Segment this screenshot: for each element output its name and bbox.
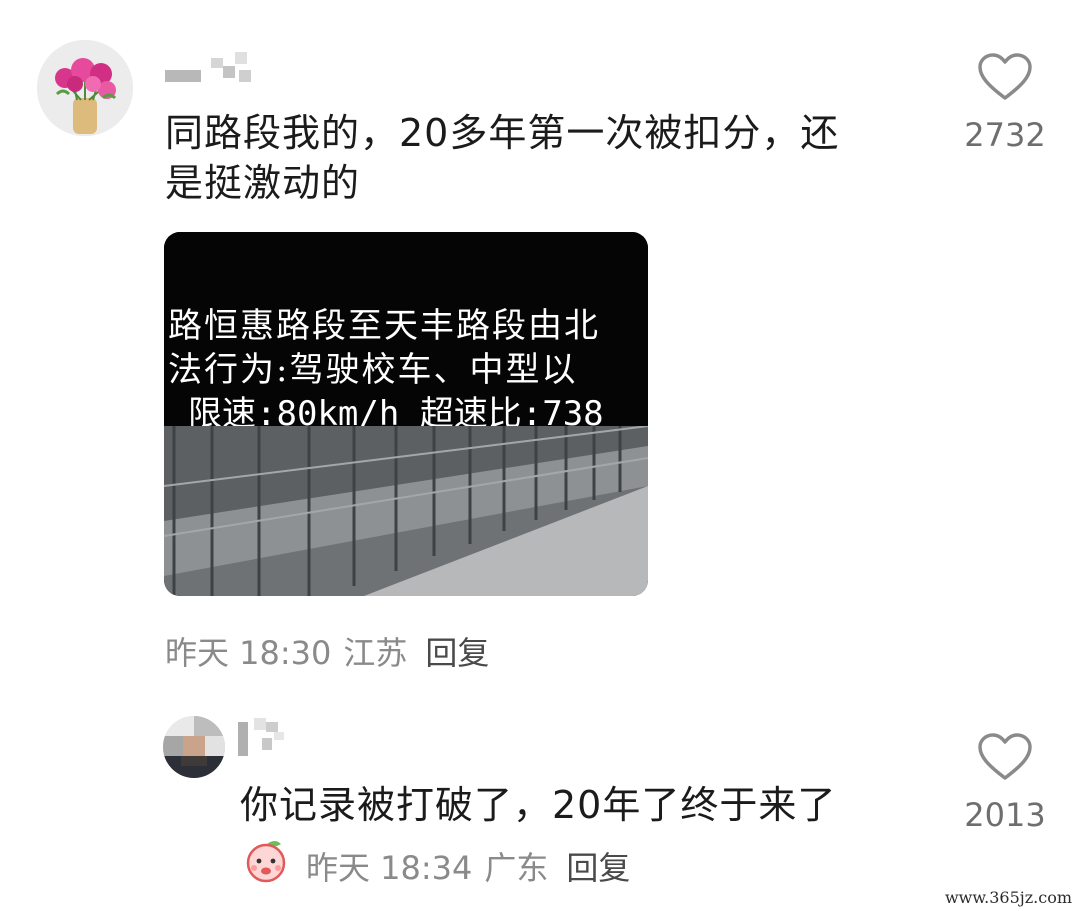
avatar-mosaic-image — [163, 716, 225, 778]
heart-outline-icon[interactable] — [977, 52, 1033, 102]
reply-button[interactable]: 回复 — [425, 634, 489, 672]
comment-time: 昨天 18:30 — [165, 634, 332, 672]
mosaic-block — [262, 738, 272, 750]
comment-text: 同路段我的，20多年第一次被扣分，还 是挺激动的 — [165, 108, 925, 208]
caption-line: 法行为:驾驶校车、中型以 — [168, 350, 578, 390]
comment-location: 广东 — [484, 849, 549, 887]
comment-text-line: 是挺激动的 — [165, 161, 361, 205]
mosaic-block — [238, 722, 248, 756]
avatar[interactable] — [163, 716, 225, 778]
like-count: 2013 — [964, 796, 1046, 834]
highway-barrier-photo — [164, 426, 648, 596]
comment-meta: 昨天 18:34 广东 回复 — [306, 843, 642, 889]
comment-text-line: 同路段我的，20多年第一次被扣分，还 — [165, 111, 840, 155]
username-mosaic[interactable] — [238, 718, 298, 758]
image-caption: 路恒惠路段至天丰路段由北 法行为:驾驶校车、中型以 限速:80km/h 超速比:… — [164, 232, 648, 434]
comment-time: 昨天 18:34 — [306, 849, 473, 887]
mosaic-block — [254, 718, 266, 730]
mosaic-block — [165, 70, 201, 82]
comment-location: 江苏 — [343, 634, 408, 672]
comment-image[interactable]: 路恒惠路段至天丰路段由北 法行为:驾驶校车、中型以 限速:80km/h 超速比:… — [164, 232, 648, 596]
mosaic-block — [211, 58, 223, 68]
comment-meta: 昨天 18:30 江苏 回复 — [165, 628, 501, 674]
mosaic-block — [239, 70, 251, 82]
caption-line: 路恒惠路段至天丰路段由北 — [168, 306, 600, 346]
avatar[interactable] — [37, 40, 133, 136]
mosaic-block — [266, 722, 278, 732]
mosaic-block — [274, 732, 284, 740]
mosaic-block — [223, 66, 235, 78]
mosaic-block — [235, 52, 247, 64]
flower-vase-avatar-image — [37, 40, 133, 136]
reply-button[interactable]: 回复 — [566, 849, 630, 887]
username-mosaic[interactable] — [165, 52, 255, 84]
comment-text: 你记录被打破了，20年了终于来了 — [240, 783, 837, 827]
like-count: 2732 — [964, 116, 1046, 154]
peach-sticker-icon — [243, 838, 289, 884]
heart-outline-icon[interactable] — [977, 732, 1033, 782]
watermark: www.365jz.com — [944, 888, 1072, 907]
